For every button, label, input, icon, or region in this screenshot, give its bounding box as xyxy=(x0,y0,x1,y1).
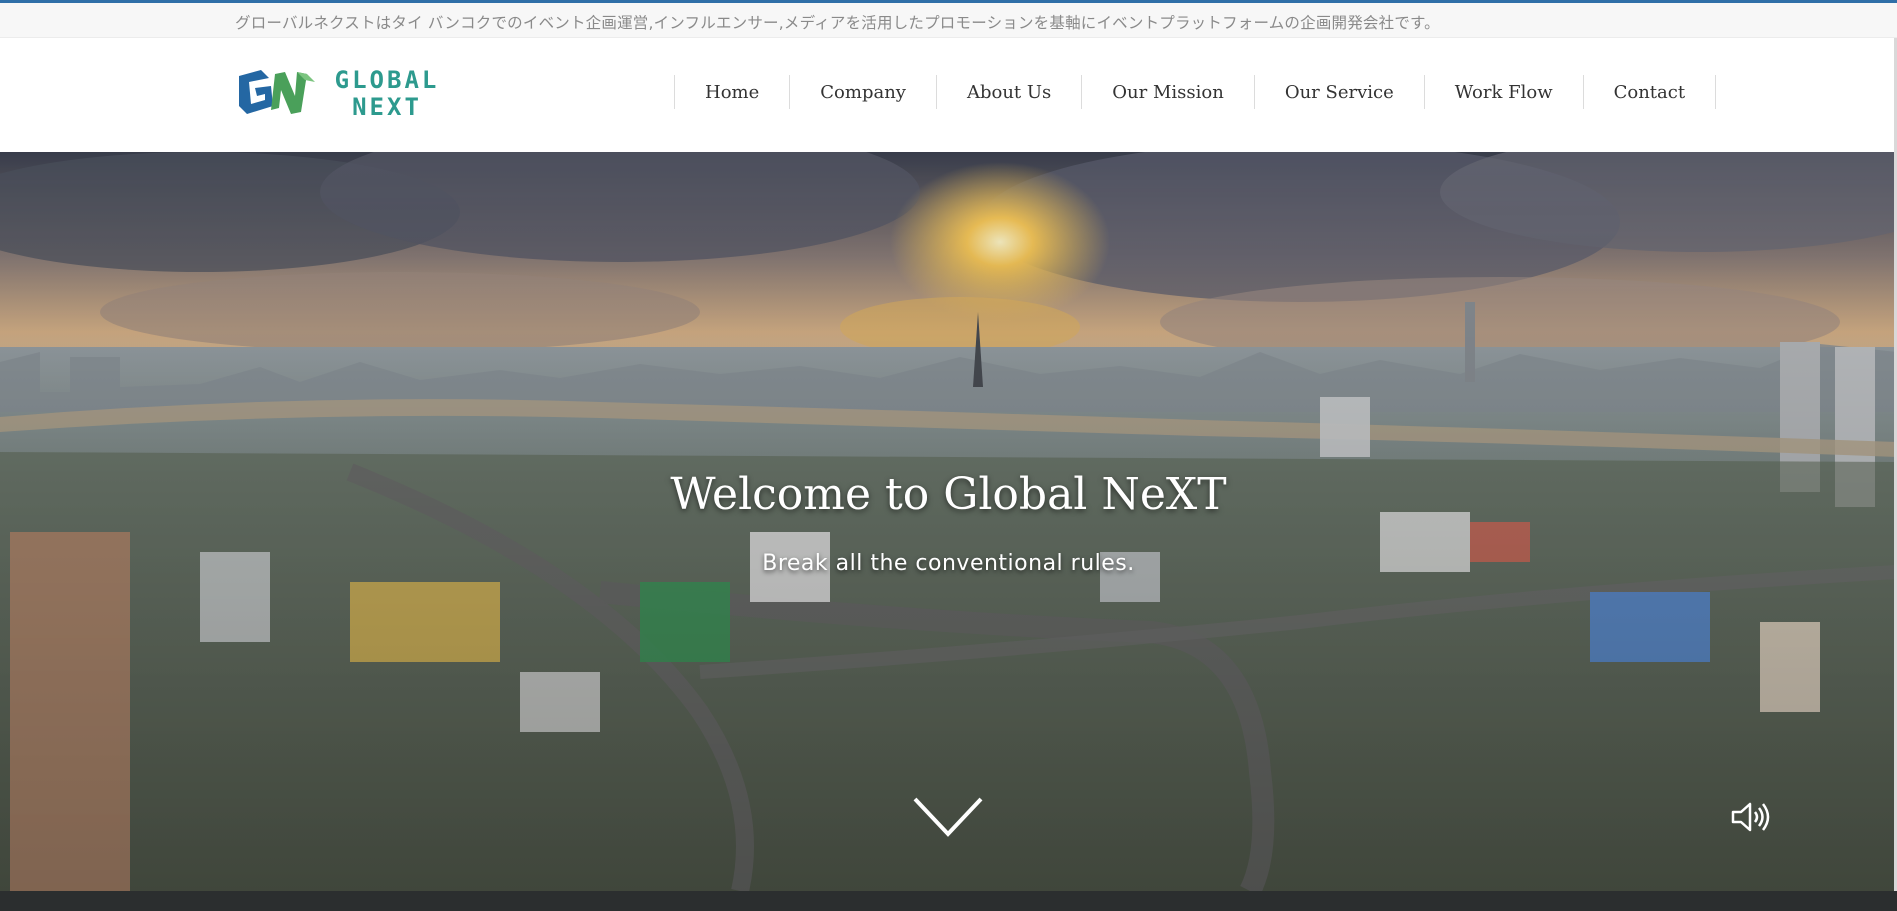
hero-title: Welcome to Global NeXT xyxy=(670,469,1227,520)
nav-contact[interactable]: Contact xyxy=(1584,75,1717,109)
tagline-text: グローバルネクストはタイ バンコクでのイベント企画運営,インフルエンサー,メディ… xyxy=(235,14,1440,32)
speaker-icon[interactable] xyxy=(1731,800,1771,834)
main-nav: Home Company About Us Our Mission Our Se… xyxy=(674,75,1717,109)
tagline-bar: グローバルネクストはタイ バンコクでのイベント企画運営,インフルエンサー,メディ… xyxy=(0,3,1897,38)
hero-background-image xyxy=(0,152,1897,891)
hero-subtitle: Break all the conventional rules. xyxy=(762,551,1135,576)
nav-company[interactable]: Company xyxy=(790,75,937,109)
logo-wordmark: GLOBAL NEXT xyxy=(327,67,447,121)
site-logo[interactable]: GLOBAL NEXT xyxy=(235,66,445,122)
bottom-bar xyxy=(0,891,1897,911)
nav-our-service[interactable]: Our Service xyxy=(1255,75,1425,109)
nav-our-mission[interactable]: Our Mission xyxy=(1082,75,1255,109)
nav-home[interactable]: Home xyxy=(675,75,791,109)
global-next-logo-mark xyxy=(239,70,315,114)
logo-line-next: NEXT xyxy=(352,93,422,121)
chevron-down-icon[interactable] xyxy=(912,796,984,838)
logo-line-global: GLOBAL xyxy=(334,66,440,94)
nav-work-flow[interactable]: Work Flow xyxy=(1425,75,1584,109)
nav-about-us[interactable]: About Us xyxy=(937,75,1083,109)
hero-section: Welcome to Global NeXT Break all the con… xyxy=(0,152,1897,891)
site-header: GLOBAL NEXT Home Company About Us Our Mi… xyxy=(0,38,1897,152)
